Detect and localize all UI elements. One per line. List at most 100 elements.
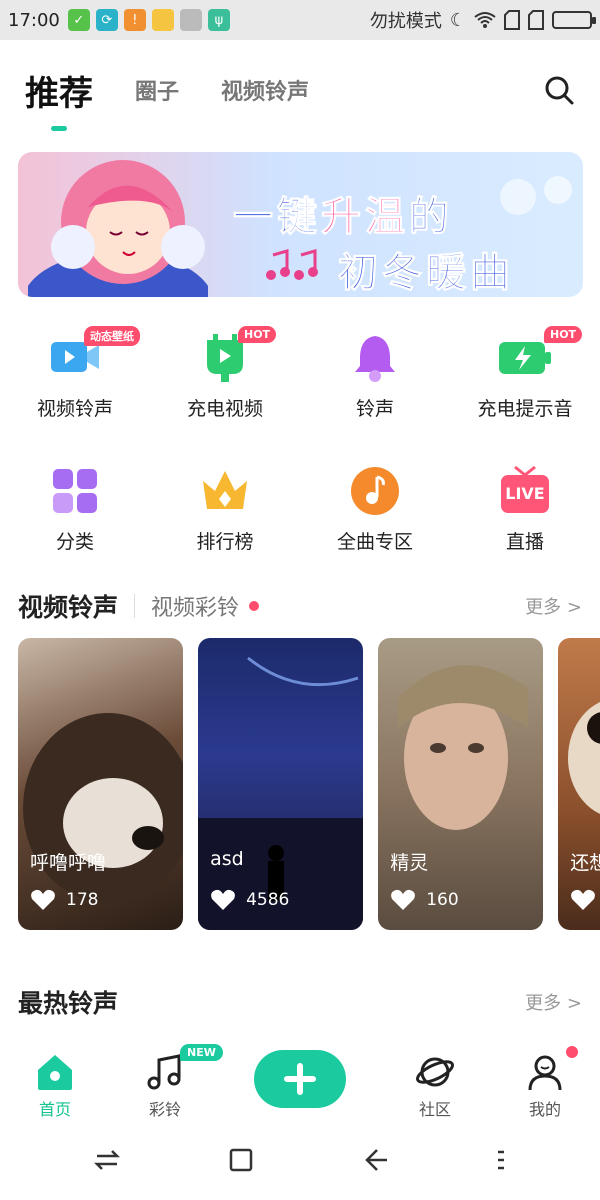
badge-live-wallpaper: 动态壁纸 xyxy=(84,326,140,346)
promo-banner[interactable]: 一键升温的 初冬暖曲 xyxy=(18,152,583,297)
grid-item-video-ringtone[interactable]: 动态壁纸 视频铃声 xyxy=(0,326,150,421)
grid-label: 分类 xyxy=(55,531,94,553)
app-notification-icon: ✓ xyxy=(67,9,90,31)
nav-label: 我的 xyxy=(528,1100,561,1119)
grid-item-charging-sound[interactable]: HOT 充电提示音 xyxy=(450,326,600,421)
music-notes-icon xyxy=(266,249,318,280)
music-note-icon xyxy=(351,467,399,515)
video-section-header: 视频铃声 视频彩铃 更多 > xyxy=(18,588,582,624)
like-count: 2 xyxy=(570,888,600,912)
nav-label: 首页 xyxy=(38,1100,71,1119)
new-badge: NEW xyxy=(180,1044,223,1061)
heart-icon xyxy=(571,889,596,910)
section-title[interactable]: 最热铃声 xyxy=(18,984,118,1020)
warning-icon: ! xyxy=(123,9,146,31)
user-icon xyxy=(528,1055,562,1091)
cleaner-icon xyxy=(179,9,202,31)
grid-item-live[interactable]: LIVE 直播 xyxy=(450,463,600,554)
category-grid: 动态壁纸 视频铃声 HOT 充电视频 铃声 HOT 充电提示音 分类 排行榜 全… xyxy=(0,326,600,554)
wifi-icon xyxy=(474,12,496,28)
home-icon xyxy=(38,1055,72,1090)
notification-dot xyxy=(566,1046,578,1058)
video-title: 还想我 xyxy=(570,852,600,874)
bell-icon xyxy=(355,336,395,382)
music-notes-icon xyxy=(147,1054,181,1090)
badge-hot: HOT xyxy=(544,326,583,343)
video-card[interactable]: 精灵 160 xyxy=(378,638,544,930)
tab-circle[interactable]: 圈子 xyxy=(135,74,179,106)
tab-video-ringtone[interactable]: 视频铃声 xyxy=(221,74,309,106)
nav-community[interactable]: 社区 xyxy=(380,1040,490,1120)
banner-headline-1: 一键升温的 xyxy=(233,194,453,241)
bottom-nav: 首页 NEW 彩铃 社区 我的 xyxy=(0,1040,600,1120)
video-card[interactable]: asd 4586 xyxy=(198,638,364,930)
video-card[interactable]: 呼噜呼噜 178 xyxy=(18,638,183,930)
video-title: asd xyxy=(210,848,244,870)
heart-icon xyxy=(31,889,55,910)
more-link[interactable]: 更多 > xyxy=(525,593,582,619)
section-title[interactable]: 视频铃声 xyxy=(18,588,118,624)
video-title: 呼噜呼噜 xyxy=(30,852,107,874)
live-icon-text: LIVE xyxy=(505,484,545,503)
search-icon[interactable] xyxy=(543,74,575,106)
like-count: 160 xyxy=(390,888,459,912)
grid-item-ranking[interactable]: 排行榜 xyxy=(150,463,300,554)
grid-label: 直播 xyxy=(505,531,544,553)
grid-label: 充电视频 xyxy=(186,398,263,420)
video-thumbnail xyxy=(568,702,600,814)
video-title: 精灵 xyxy=(390,852,429,874)
banner-girl-illustration xyxy=(28,160,208,297)
notification-dot xyxy=(249,601,260,611)
folder-icon xyxy=(151,9,174,31)
switch-apps-icon[interactable] xyxy=(93,1146,121,1174)
nav-ringtone[interactable]: NEW 彩铃 xyxy=(110,1040,223,1120)
usb-icon: ψ xyxy=(207,9,230,31)
grid-item-ringtone[interactable]: 铃声 xyxy=(300,330,450,421)
plus-icon xyxy=(284,1063,316,1095)
badge-hot: HOT xyxy=(238,326,277,343)
do-not-disturb-text: 勿扰模式 xyxy=(369,11,442,32)
grid-label: 铃声 xyxy=(355,398,394,420)
top-tabs: 推荐 圈子 视频铃声 xyxy=(25,60,575,120)
moon-icon: ☾ xyxy=(449,9,466,31)
home-square-icon[interactable] xyxy=(227,1146,255,1174)
like-count: 178 xyxy=(30,888,98,912)
grid-label: 排行榜 xyxy=(196,531,254,553)
bubbles-decoration xyxy=(500,176,572,215)
nav-label: 彩铃 xyxy=(148,1100,181,1119)
banner-headline-2: 初冬暖曲 xyxy=(338,250,514,297)
grid-item-full-songs[interactable]: 全曲专区 xyxy=(300,463,450,554)
status-time: 17:00 xyxy=(8,9,60,31)
video-thumbnail xyxy=(398,665,529,830)
video-cards-row: 呼噜呼噜 178 asd 4586 精灵 160 还想 xyxy=(18,638,600,930)
create-button[interactable] xyxy=(254,1050,346,1108)
crown-icon xyxy=(203,471,247,509)
nav-mine[interactable]: 我的 xyxy=(490,1040,600,1120)
heart-icon xyxy=(211,889,235,910)
nav-label: 社区 xyxy=(418,1100,451,1119)
back-icon[interactable] xyxy=(361,1146,389,1174)
grid-label: 视频铃声 xyxy=(36,398,113,420)
more-link[interactable]: 更多 > xyxy=(525,989,582,1015)
category-icon xyxy=(53,469,97,513)
planet-icon xyxy=(416,1057,454,1087)
grid-item-charging-video[interactable]: HOT 充电视频 xyxy=(150,326,300,421)
like-count: 4586 xyxy=(210,888,289,912)
sim1-icon xyxy=(504,10,520,30)
sim2-icon xyxy=(528,10,544,30)
battery-icon xyxy=(552,11,596,29)
nav-home[interactable]: 首页 xyxy=(0,1040,110,1120)
hot-section-header: 最热铃声 更多 > xyxy=(18,984,582,1020)
section-subtitle[interactable]: 视频彩铃 xyxy=(151,590,239,622)
section-divider xyxy=(134,594,136,618)
nav-create[interactable] xyxy=(220,1040,380,1108)
grid-item-category[interactable]: 分类 xyxy=(0,463,150,554)
heart-icon xyxy=(391,889,416,910)
video-thumbnail xyxy=(198,656,364,930)
menu-icon[interactable] xyxy=(495,1146,507,1174)
video-thumbnail xyxy=(23,713,183,903)
sync-notification-icon: ⟳ xyxy=(95,9,118,31)
tab-recommend[interactable]: 推荐 xyxy=(25,66,93,115)
grid-label: 全曲专区 xyxy=(336,531,413,553)
video-card[interactable]: 还想我 2 xyxy=(558,638,600,930)
